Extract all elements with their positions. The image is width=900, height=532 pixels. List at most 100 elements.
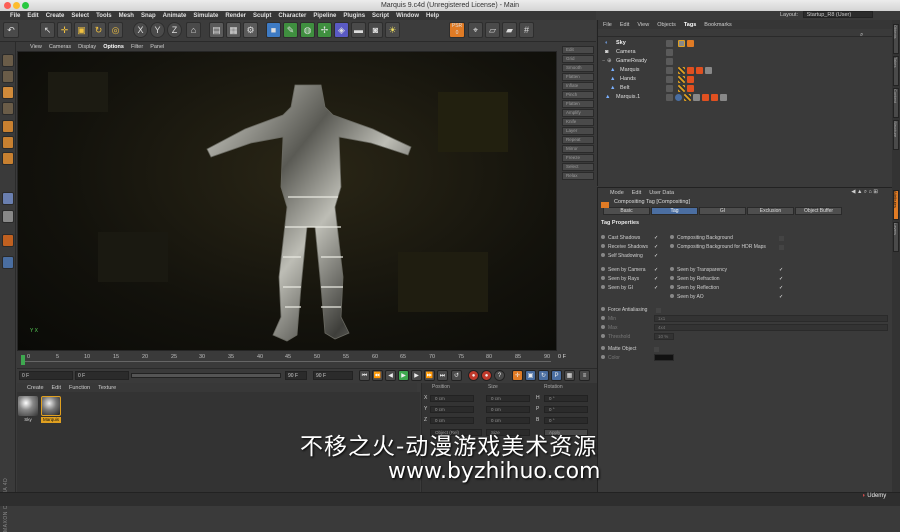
texture-tag-icon[interactable] xyxy=(678,67,685,74)
object-row-marquis-1[interactable]: ▲ Marquis.1 xyxy=(602,93,882,102)
brush-button[interactable]: Pinch xyxy=(562,91,594,99)
material-menu-edit[interactable]: Edit xyxy=(52,385,61,391)
compositing-background-checkbox[interactable] xyxy=(779,236,784,241)
viewport-menu-filter[interactable]: Filter xyxy=(131,44,143,50)
phong-tag-icon[interactable] xyxy=(687,67,694,74)
brush-button[interactable]: Grid xyxy=(562,55,594,63)
make-editable-icon[interactable] xyxy=(2,54,14,67)
obj-menu-file[interactable]: File xyxy=(603,22,612,28)
visibility-icon[interactable] xyxy=(666,94,673,101)
subdivision-surface-icon[interactable]: ◍ xyxy=(300,22,315,38)
autokey-icon[interactable]: ● xyxy=(481,370,492,381)
model-mode-icon[interactable] xyxy=(2,70,14,83)
animate-radio-icon[interactable] xyxy=(601,276,605,280)
maximize-window-icon[interactable] xyxy=(22,2,29,9)
menu-sculpt[interactable]: Sculpt xyxy=(253,13,271,19)
axis-z-button[interactable]: Z xyxy=(167,22,182,38)
timeline-ruler[interactable]: 0 5 10 15 20 25 30 35 40 45 50 55 60 65 … xyxy=(17,352,567,368)
enable-axis-icon[interactable] xyxy=(2,192,14,205)
snap-settings-icon[interactable] xyxy=(2,256,14,269)
menu-window[interactable]: Window xyxy=(396,13,419,19)
animate-radio-icon[interactable] xyxy=(601,355,605,359)
record-active-icon[interactable]: ● xyxy=(468,370,479,381)
points-mode-icon[interactable] xyxy=(2,120,14,133)
record-parameter-icon[interactable]: P xyxy=(551,370,562,381)
material-tag-icon[interactable] xyxy=(678,40,685,47)
visibility-icon[interactable] xyxy=(666,49,673,56)
brush-button[interactable]: Amplify xyxy=(562,109,594,117)
brush-button[interactable]: Flatten xyxy=(562,73,594,81)
animate-radio-icon[interactable] xyxy=(670,276,674,280)
compositing-tag-icon[interactable] xyxy=(687,40,694,47)
object-row-belt[interactable]: ▲ Belt xyxy=(602,84,882,93)
scale-tool-icon[interactable]: ▣ xyxy=(74,22,89,38)
floor-icon[interactable]: ▬ xyxy=(351,22,366,38)
phong-tag-icon[interactable] xyxy=(687,76,694,83)
attr-menu-user-data[interactable]: User Data xyxy=(649,190,674,196)
animate-radio-icon[interactable] xyxy=(601,267,605,271)
viewport-menu-cameras[interactable]: Cameras xyxy=(49,44,71,50)
side-tab-objects[interactable]: Objects xyxy=(893,24,899,54)
brush-button[interactable]: Layer xyxy=(562,127,594,135)
timeline-window-icon[interactable]: ≡ xyxy=(579,370,590,381)
visibility-icon[interactable] xyxy=(666,76,673,83)
object-row-marquis[interactable]: ▲ Marquis xyxy=(602,66,882,75)
loop-icon[interactable]: ↺ xyxy=(451,370,462,381)
animate-radio-icon[interactable] xyxy=(601,253,605,257)
brush-button[interactable]: Repeat xyxy=(562,136,594,144)
obj-menu-bookmarks[interactable]: Bookmarks xyxy=(704,22,732,28)
tab-basic[interactable]: Basic xyxy=(603,207,650,215)
material-menu-create[interactable]: Create xyxy=(27,385,44,391)
matte-color-swatch[interactable] xyxy=(654,354,674,361)
seen-by-refraction-checkbox[interactable]: ✓ xyxy=(779,277,784,282)
visibility-icon[interactable] xyxy=(666,58,673,65)
seen-by-camera-checkbox[interactable]: ✓ xyxy=(654,268,659,273)
texture-mode-icon[interactable] xyxy=(2,86,14,99)
rotation-p-field[interactable]: 0 ° xyxy=(544,406,588,413)
array-icon[interactable]: ✢ xyxy=(317,22,332,38)
receive-shadows-checkbox[interactable]: ✓ xyxy=(654,245,659,250)
light-icon[interactable]: ☀ xyxy=(385,22,400,38)
max-frame-field[interactable]: 90 F xyxy=(313,371,353,380)
obj-menu-view[interactable]: View xyxy=(637,22,649,28)
animate-radio-icon[interactable] xyxy=(601,334,605,338)
rotation-h-field[interactable]: 0 ° xyxy=(544,395,588,402)
polygons-mode-icon[interactable] xyxy=(2,152,14,165)
menu-character[interactable]: Character xyxy=(278,13,306,19)
snap-icon[interactable]: ⌖ xyxy=(468,22,483,38)
menu-plugins[interactable]: Plugins xyxy=(343,13,365,19)
obj-menu-tags[interactable]: Tags xyxy=(684,22,696,28)
edges-mode-icon[interactable] xyxy=(2,136,14,149)
seen-by-gi-checkbox[interactable]: ✓ xyxy=(654,286,659,291)
viewport-menu-panel[interactable]: Panel xyxy=(150,44,164,50)
end-frame-field[interactable]: 90 F xyxy=(285,371,307,380)
animate-radio-icon[interactable] xyxy=(601,325,605,329)
brush-button[interactable]: Flatten xyxy=(562,100,594,108)
size-y-field[interactable]: 0 cm xyxy=(486,406,530,413)
material-swatch-sky[interactable] xyxy=(18,396,38,416)
current-frame-field[interactable]: 0 F xyxy=(75,371,129,380)
animate-radio-icon[interactable] xyxy=(601,244,605,248)
marquis-suit-model[interactable] xyxy=(203,77,413,347)
seen-by-ao-checkbox[interactable]: ✓ xyxy=(779,295,784,300)
texture-tag-icon[interactable] xyxy=(678,85,685,92)
material-swatch-marquis[interactable] xyxy=(41,396,61,416)
start-frame-field[interactable]: 0 F xyxy=(19,371,73,380)
attr-menu-mode[interactable]: Mode xyxy=(610,190,624,196)
viewport-solo-icon[interactable] xyxy=(2,234,14,247)
next-key-icon[interactable]: ⏩ xyxy=(424,370,435,381)
side-tab-takes[interactable]: Takes xyxy=(893,56,899,86)
record-position-icon[interactable]: ✛ xyxy=(512,370,523,381)
search-icon[interactable]: ⌕ xyxy=(860,32,863,39)
material-menu-function[interactable]: Function xyxy=(69,385,90,391)
position-y-field[interactable]: 0 cm xyxy=(430,406,474,413)
psr-button[interactable]: PSR 0 xyxy=(449,22,465,38)
preview-range-slider[interactable] xyxy=(131,373,281,378)
recent-tool-icon[interactable]: ◎ xyxy=(108,22,123,38)
workplane-mode-icon[interactable] xyxy=(2,102,14,115)
go-to-start-icon[interactable]: ⏮ xyxy=(359,370,370,381)
object-row-sky[interactable]: ◐ Sky xyxy=(602,39,882,48)
menu-file[interactable]: File xyxy=(10,13,20,19)
brush-button[interactable]: Edit xyxy=(562,46,594,54)
menu-create[interactable]: Create xyxy=(46,13,65,19)
